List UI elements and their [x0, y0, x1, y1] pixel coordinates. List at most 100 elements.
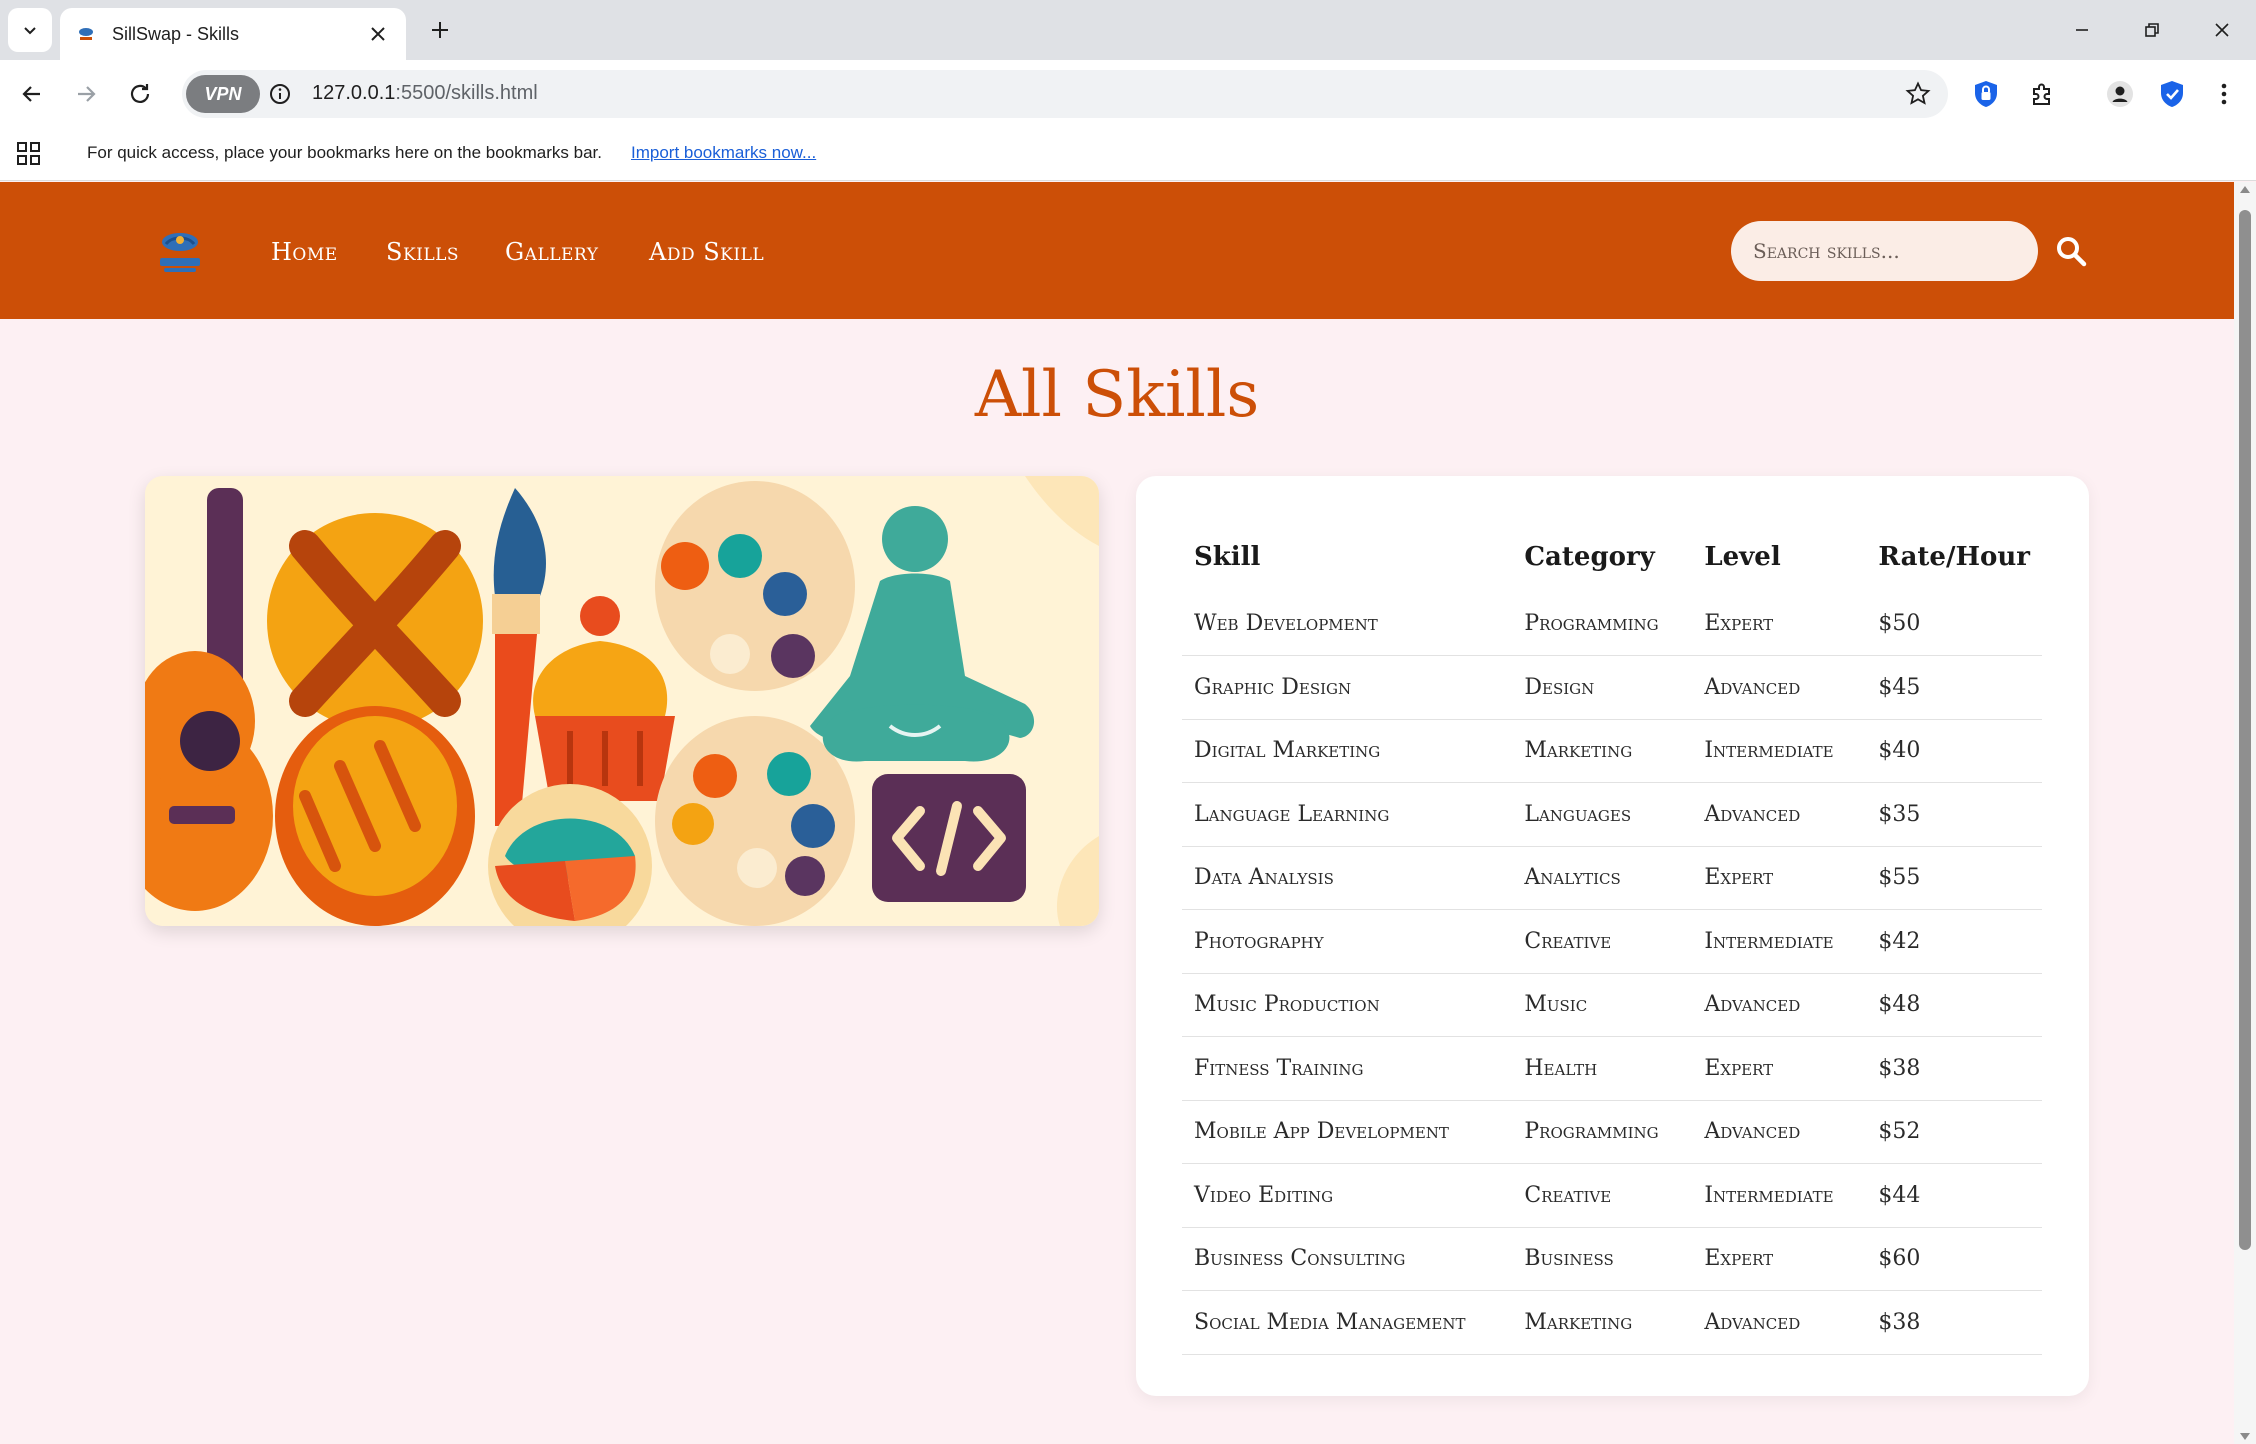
cell-level: Expert [1692, 592, 1867, 656]
close-tab-icon[interactable] [366, 22, 390, 46]
cell-category: Languages [1512, 782, 1693, 847]
cell-rate: $50 [1866, 592, 2042, 656]
cell-category: Design [1512, 655, 1693, 720]
skills-table: Skill Category Level Rate/Hour Web Devel… [1182, 522, 2042, 1355]
skills-illustration [145, 476, 1099, 926]
cell-rate: $38 [1866, 1290, 2042, 1355]
search-input[interactable] [1731, 221, 2038, 281]
table-row: Digital Marketing Marketing Intermediate $4… [1182, 719, 2042, 783]
cell-skill: Language Learning [1182, 782, 1513, 847]
table-row: Video Editing Creative Intermediate $44 [1182, 1163, 2042, 1228]
cell-rate: $40 [1866, 719, 2042, 783]
table-row: Business Consulting Business Expert $60 [1182, 1227, 2042, 1291]
cell-rate: $48 [1866, 973, 2042, 1037]
nav-link-gallery[interactable]: Gallery [505, 238, 598, 266]
site-header: Home Skills Gallery Add Skill [0, 182, 2234, 319]
cell-level: Advanced [1692, 1100, 1867, 1164]
cell-level: Intermediate [1692, 1163, 1867, 1228]
close-window-button[interactable] [2204, 14, 2240, 46]
cell-category: Creative [1512, 909, 1693, 974]
cell-level: Expert [1692, 1227, 1867, 1291]
tab-search-button[interactable] [8, 8, 52, 52]
site-info-icon[interactable] [268, 82, 292, 106]
tab-title: SillSwap - Skills [112, 23, 240, 44]
table-row: Photography Creative Intermediate $42 [1182, 909, 2042, 974]
cell-level: Advanced [1692, 973, 1867, 1037]
table-row: Music Production Music Advanced $48 [1182, 973, 2042, 1037]
profile-avatar-icon[interactable] [2104, 78, 2136, 110]
nav-link-add-skill[interactable]: Add Skill [649, 238, 764, 266]
cell-level: Advanced [1692, 655, 1867, 720]
minimize-icon [2076, 29, 2088, 31]
forward-button[interactable] [66, 74, 106, 114]
cell-rate: $45 [1866, 655, 2042, 720]
cell-skill: Mobile App Development [1182, 1100, 1513, 1164]
bookmark-star-icon[interactable] [1904, 80, 1932, 108]
cell-rate: $42 [1866, 909, 2042, 974]
cell-category: Programming [1512, 592, 1693, 656]
plus-icon [432, 22, 448, 38]
import-bookmarks-link[interactable]: Import bookmarks now... [631, 143, 816, 163]
page-title: All Skills [974, 358, 1260, 432]
table-row: Language Learning Languages Advanced $35 [1182, 782, 2042, 847]
cell-skill: Photography [1182, 909, 1513, 974]
apps-grid-icon[interactable] [16, 141, 42, 167]
table-row: Web Development Programming Expert $50 [1182, 592, 2042, 656]
shield-check-extension-icon[interactable] [2156, 78, 2188, 110]
site-logo[interactable] [152, 226, 208, 276]
browser-tab-active[interactable]: SillSwap - Skills [60, 8, 406, 60]
nav-link-skills[interactable]: Skills [386, 238, 459, 266]
arrow-left-icon [22, 86, 40, 102]
search-icon[interactable] [2054, 234, 2088, 268]
vpn-shield-extension-icon[interactable] [1970, 78, 2002, 110]
page-scrollbar[interactable] [2234, 182, 2256, 1444]
page-viewport: Home Skills Gallery Add Skill All Skills [0, 182, 2234, 1444]
scroll-up-arrow-icon[interactable] [2240, 186, 2250, 193]
table-row: Social Media Management Marketing Advanced… [1182, 1290, 2042, 1355]
back-button[interactable] [12, 74, 52, 114]
restore-window-button[interactable] [2134, 14, 2170, 46]
cell-rate: $60 [1866, 1227, 2042, 1291]
arrow-right-icon [78, 86, 96, 102]
more-menu-icon[interactable] [2208, 78, 2240, 110]
vpn-button[interactable]: VPN [186, 75, 260, 113]
skills-table-body: Web Development Programming Expert $50 Graph… [1182, 592, 2042, 1355]
cell-category: Programming [1512, 1100, 1693, 1164]
cell-rate: $44 [1866, 1163, 2042, 1228]
cell-skill: Music Production [1182, 973, 1513, 1037]
cell-skill: Digital Marketing [1182, 719, 1513, 783]
bookmarks-bar: For quick access, place your bookmarks h… [0, 129, 2256, 181]
chevron-down-icon [24, 27, 36, 35]
minimize-window-button[interactable] [2064, 14, 2100, 46]
address-bar[interactable]: VPN 127.0.0.1:5500/skills.html [182, 70, 1948, 118]
reload-button[interactable] [120, 74, 160, 114]
cell-skill: Web Development [1182, 592, 1513, 656]
cell-category: Health [1512, 1036, 1693, 1101]
table-header-row: Skill Category Level Rate/Hour [1182, 522, 2042, 592]
reload-icon [130, 84, 150, 103]
url-text[interactable]: 127.0.0.1:5500/skills.html [312, 82, 538, 105]
cell-skill: Data Analysis [1182, 846, 1513, 910]
site-favicon-icon [79, 28, 93, 40]
scroll-down-arrow-icon[interactable] [2240, 1433, 2250, 1440]
cell-level: Advanced [1692, 782, 1867, 847]
cell-rate: $55 [1866, 846, 2042, 910]
scrollbar-thumb[interactable] [2239, 210, 2251, 1250]
vpn-label: VPN [204, 83, 242, 104]
cell-rate: $38 [1866, 1036, 2042, 1101]
cell-rate: $52 [1866, 1100, 2042, 1164]
browser-tab-strip: SillSwap - Skills [0, 0, 2256, 60]
extensions-puzzle-icon[interactable] [2026, 78, 2058, 110]
url-host: 127.0.0.1 [312, 82, 396, 104]
cell-category: Creative [1512, 1163, 1693, 1228]
table-row: Fitness Training Health Expert $38 [1182, 1036, 2042, 1101]
nav-link-home[interactable]: Home [271, 238, 338, 266]
cell-category: Music [1512, 973, 1693, 1037]
skills-table-card: Skill Category Level Rate/Hour Web Devel… [1136, 476, 2089, 1396]
table-row: Data Analysis Analytics Expert $55 [1182, 846, 2042, 910]
new-tab-button[interactable] [424, 14, 456, 46]
table-row: Graphic Design Design Advanced $45 [1182, 655, 2042, 720]
url-path: :5500/skills.html [395, 82, 538, 104]
close-icon [2215, 23, 2229, 37]
cell-rate: $35 [1866, 782, 2042, 847]
